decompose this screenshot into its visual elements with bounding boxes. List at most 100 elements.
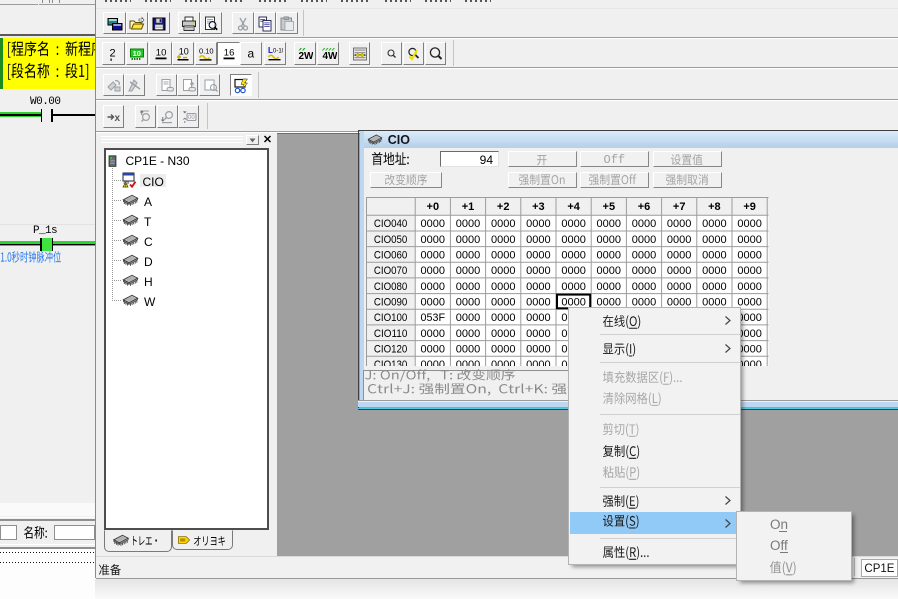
svg-text:0000: 0000: [456, 249, 480, 261]
svg-text:0000: 0000: [421, 249, 445, 261]
svg-text:0000: 0000: [632, 265, 656, 277]
svg-text:+9: +9: [743, 201, 756, 213]
svg-text:0000: 0000: [667, 218, 691, 230]
svg-text:+8: +8: [708, 201, 721, 213]
svg-text:0000: 0000: [632, 218, 656, 230]
svg-text:x: x: [115, 113, 121, 124]
svg-text:0000: 0000: [632, 249, 656, 261]
svg-text:10: 10: [179, 47, 189, 57]
svg-text:CIO060: CIO060: [374, 249, 407, 261]
svg-text:0000: 0000: [456, 343, 480, 355]
svg-text:0000: 0000: [456, 265, 480, 277]
svg-text:CIO040: CIO040: [374, 218, 407, 230]
svg-text:10: 10: [133, 49, 141, 58]
svg-text:2W: 2W: [299, 51, 314, 62]
svg-text:0000: 0000: [561, 280, 585, 292]
svg-text:16: 16: [224, 48, 235, 59]
svg-text:0000: 0000: [491, 280, 515, 292]
svg-text:+6: +6: [638, 201, 651, 213]
svg-text:0000: 0000: [491, 233, 515, 245]
svg-text:0000: 0000: [456, 327, 480, 339]
svg-text:0000: 0000: [421, 280, 445, 292]
svg-text:+4: +4: [567, 201, 580, 213]
svg-text:0000: 0000: [526, 343, 550, 355]
svg-text:+2: +2: [497, 201, 510, 213]
svg-text:0000: 0000: [667, 265, 691, 277]
svg-text:0000: 0000: [421, 296, 445, 308]
svg-text:0000: 0000: [702, 249, 726, 261]
svg-text:0000: 0000: [421, 218, 445, 230]
svg-text:0000: 0000: [526, 218, 550, 230]
svg-text:0000: 0000: [597, 265, 621, 277]
svg-text:CIO120: CIO120: [374, 343, 407, 355]
svg-text:CIO080: CIO080: [374, 280, 407, 292]
svg-text:0000: 0000: [421, 343, 445, 355]
svg-text:0000: 0000: [737, 218, 761, 230]
svg-text:0000: 0000: [421, 265, 445, 277]
svg-text:0000: 0000: [702, 280, 726, 292]
svg-text:0000: 0000: [561, 218, 585, 230]
svg-text:CIO130: CIO130: [374, 359, 407, 366]
svg-text:0.10: 0.10: [199, 47, 214, 56]
svg-text:0000: 0000: [421, 359, 445, 366]
svg-text:0000: 0000: [702, 233, 726, 245]
svg-text:!: !: [125, 183, 126, 188]
svg-text:2: 2: [109, 48, 115, 60]
svg-text:+7: +7: [673, 201, 686, 213]
svg-text:0000: 0000: [737, 249, 761, 261]
svg-text:0000: 0000: [491, 296, 515, 308]
svg-text:0000: 0000: [632, 233, 656, 245]
svg-text:0000: 0000: [526, 296, 550, 308]
svg-text:0000: 0000: [561, 233, 585, 245]
svg-text:CIO110: CIO110: [374, 327, 407, 339]
svg-text:0000: 0000: [597, 218, 621, 230]
svg-text:CIO050: CIO050: [374, 233, 407, 245]
svg-text:CIO070: CIO070: [374, 265, 407, 277]
svg-text:0000: 0000: [667, 249, 691, 261]
svg-text:0-10: 0-10: [273, 49, 283, 55]
svg-text:0000: 0000: [597, 280, 621, 292]
svg-text:0000: 0000: [526, 265, 550, 277]
svg-text:0000: 0000: [421, 233, 445, 245]
svg-text:CIO090: CIO090: [374, 296, 407, 308]
svg-text:0000: 0000: [456, 312, 480, 324]
svg-text:0000: 0000: [491, 343, 515, 355]
svg-text:0000: 0000: [597, 233, 621, 245]
svg-text:0000: 0000: [737, 233, 761, 245]
svg-text:0000: 0000: [667, 233, 691, 245]
svg-text:0000: 0000: [491, 249, 515, 261]
svg-text:0000: 0000: [702, 265, 726, 277]
svg-text:0000: 0000: [456, 218, 480, 230]
svg-text:0000: 0000: [561, 249, 585, 261]
svg-text:0000: 0000: [456, 233, 480, 245]
svg-text:0000: 0000: [456, 296, 480, 308]
svg-text:0000: 0000: [456, 359, 480, 366]
svg-text:0000: 0000: [667, 280, 691, 292]
svg-text:0000: 0000: [456, 280, 480, 292]
svg-text:+1: +1: [462, 201, 475, 213]
svg-text:0000: 0000: [421, 327, 445, 339]
svg-text:0000: 0000: [491, 359, 515, 366]
svg-text:0000: 0000: [526, 312, 550, 324]
svg-text:0000: 0000: [491, 218, 515, 230]
svg-text:0000: 0000: [702, 218, 726, 230]
svg-text:0000: 0000: [526, 280, 550, 292]
svg-text:0000: 0000: [491, 327, 515, 339]
svg-text:0000: 0000: [526, 249, 550, 261]
svg-text:CIO100: CIO100: [374, 312, 407, 324]
svg-text:+0: +0: [427, 201, 440, 213]
svg-text:0000: 0000: [737, 265, 761, 277]
svg-text:0000: 0000: [561, 265, 585, 277]
svg-text:0000: 0000: [737, 280, 761, 292]
svg-text:0000: 0000: [526, 359, 550, 366]
svg-text:0000: 0000: [632, 280, 656, 292]
svg-text:+3: +3: [532, 201, 545, 213]
svg-text:0000: 0000: [526, 327, 550, 339]
svg-text:a: a: [248, 47, 255, 61]
svg-text:10: 10: [156, 48, 167, 59]
svg-text:00: 00: [188, 115, 195, 121]
svg-text:0000: 0000: [597, 249, 621, 261]
svg-text:0000: 0000: [491, 265, 515, 277]
svg-text:053F: 053F: [421, 312, 445, 324]
svg-text:0000: 0000: [491, 312, 515, 324]
